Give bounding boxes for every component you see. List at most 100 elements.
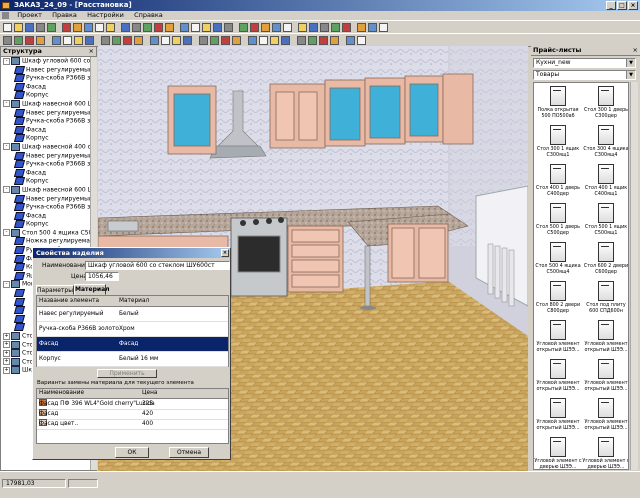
tree-item[interactable]: Корпус — [1, 220, 96, 229]
full-icon[interactable] — [308, 36, 317, 45]
find-icon[interactable] — [132, 23, 141, 32]
expand-icon[interactable]: + — [3, 358, 10, 366]
table-row[interactable]: Ручка-скоба Р366В золото Хром — [37, 322, 228, 337]
menu-edit[interactable]: Правка — [52, 11, 77, 19]
grid-icon[interactable] — [165, 23, 174, 32]
tree-item[interactable]: Навес регулируемый — [1, 151, 96, 161]
chevron-down-icon[interactable]: ▼ — [626, 71, 635, 79]
table-row[interactable]: Корпус Белый 16 мм — [37, 352, 228, 367]
catalog-scrollbar[interactable] — [630, 82, 638, 470]
zoom-in-icon[interactable] — [143, 23, 152, 32]
walk-icon[interactable] — [357, 36, 366, 45]
menu-settings[interactable]: Настройки — [87, 11, 124, 19]
table-row[interactable]: Фасад Фасад — [37, 337, 228, 352]
menu-project[interactable]: Проект — [17, 11, 42, 19]
right-icon[interactable] — [172, 36, 181, 45]
tree-item[interactable]: Навес регулируемый — [1, 108, 96, 118]
tree-item[interactable]: Корпус — [1, 134, 96, 143]
tab-material[interactable]: Материал — [74, 284, 110, 295]
wall-icon[interactable] — [213, 23, 222, 32]
align-icon[interactable] — [63, 36, 72, 45]
material-icon[interactable] — [221, 36, 230, 45]
close-icon[interactable]: × — [633, 46, 638, 55]
import-icon[interactable] — [357, 23, 366, 32]
iso-icon[interactable] — [183, 36, 192, 45]
texture-icon[interactable] — [199, 36, 208, 45]
tree-item[interactable]: Ручка-скоба Р366В золо — [1, 203, 96, 212]
tree-item[interactable]: Фасад — [1, 211, 96, 221]
menu-help[interactable]: Справка — [134, 11, 163, 19]
front-icon[interactable] — [123, 36, 132, 45]
expand-icon[interactable]: + — [3, 366, 10, 374]
collapse-icon[interactable]: - — [3, 143, 10, 151]
color-icon[interactable] — [210, 36, 219, 45]
expand-icon[interactable]: + — [3, 341, 10, 349]
maximize-button[interactable]: □ — [617, 1, 627, 10]
tree-item[interactable]: Навес регулируемый — [1, 65, 96, 75]
export-icon[interactable] — [342, 23, 351, 32]
copy-icon[interactable] — [73, 23, 82, 32]
price-field[interactable]: 1056,46 — [85, 272, 119, 281]
pricelist-select[interactable]: Кухни_new ▼ — [533, 58, 636, 68]
document-menu-icon[interactable] — [2, 12, 9, 19]
room-icon[interactable] — [250, 23, 259, 32]
collapse-icon[interactable]: - — [3, 229, 10, 237]
zoom-out-icon[interactable] — [154, 23, 163, 32]
apply-button[interactable]: Применить — [97, 369, 157, 378]
ok-button[interactable]: ОК — [115, 447, 149, 458]
left-icon[interactable] — [161, 36, 170, 45]
print-icon[interactable] — [36, 23, 45, 32]
tree-item[interactable]: Ручка-скоба Р366В золо — [1, 74, 96, 83]
wireframe-icon[interactable] — [281, 36, 290, 45]
tree-item[interactable]: - Шкаф угловой 600 со стекл — [1, 57, 96, 66]
dims-icon[interactable] — [283, 23, 292, 32]
catalog-item[interactable]: Угловой элемент с дверью ШЭЭ... — [582, 434, 628, 469]
category-select[interactable]: Товары ▼ — [533, 70, 636, 80]
cancel-button[interactable]: Отмена — [169, 447, 209, 458]
expand-icon[interactable]: + — [3, 349, 10, 357]
info-icon[interactable] — [320, 23, 329, 32]
collapse-icon[interactable]: - — [3, 57, 10, 65]
tree-item[interactable]: Ручка-скоба Р366В золо — [1, 117, 96, 126]
name-field[interactable]: Шкаф угловой 600 со стеклом ШУ600ст — [85, 261, 230, 270]
cut-icon[interactable] — [62, 23, 71, 32]
pan-icon[interactable] — [330, 36, 339, 45]
select-icon[interactable] — [3, 36, 12, 45]
text-icon[interactable] — [298, 23, 307, 32]
paste-icon[interactable] — [84, 23, 93, 32]
rotate-icon[interactable] — [25, 36, 34, 45]
move-icon[interactable] — [14, 36, 23, 45]
close-icon[interactable]: × — [89, 47, 94, 56]
tree-item[interactable]: Навес регулируемый — [1, 194, 96, 204]
shade-icon[interactable] — [297, 36, 306, 45]
help-icon[interactable] — [309, 23, 318, 32]
close-icon[interactable] — [379, 23, 388, 32]
lock-icon[interactable] — [101, 36, 110, 45]
collapse-icon[interactable]: - — [3, 186, 10, 194]
collapse-icon[interactable]: - — [3, 100, 10, 108]
undo-icon[interactable] — [95, 23, 104, 32]
variant-row[interactable]: Фасад цвет.. 400 — [37, 419, 228, 430]
door-icon[interactable] — [239, 23, 248, 32]
redo-icon[interactable] — [106, 23, 115, 32]
layers-icon[interactable] — [191, 23, 200, 32]
render-icon[interactable] — [202, 23, 211, 32]
preview-icon[interactable] — [47, 23, 56, 32]
snap-icon[interactable] — [180, 23, 189, 32]
settings-icon[interactable] — [368, 23, 377, 32]
new-icon[interactable] — [3, 23, 12, 32]
collapse-icon[interactable]: - — [3, 280, 10, 288]
window-icon[interactable] — [224, 23, 233, 32]
tree-item[interactable]: Корпус — [1, 91, 96, 100]
unlock-icon[interactable] — [112, 36, 121, 45]
group-icon[interactable] — [74, 36, 83, 45]
save-icon[interactable] — [25, 23, 34, 32]
measure-icon[interactable] — [259, 36, 268, 45]
tree-item[interactable]: - Шкаф навесной 400 со стекл — [1, 142, 96, 152]
tree-item[interactable]: - Шкаф навесной 600 ШН600с — [1, 185, 96, 195]
close-button[interactable]: × — [628, 1, 638, 10]
show-icon[interactable] — [248, 36, 257, 45]
fit-icon[interactable] — [319, 36, 328, 45]
dialog-close-icon[interactable]: × — [221, 249, 229, 257]
orbit-icon[interactable] — [346, 36, 355, 45]
